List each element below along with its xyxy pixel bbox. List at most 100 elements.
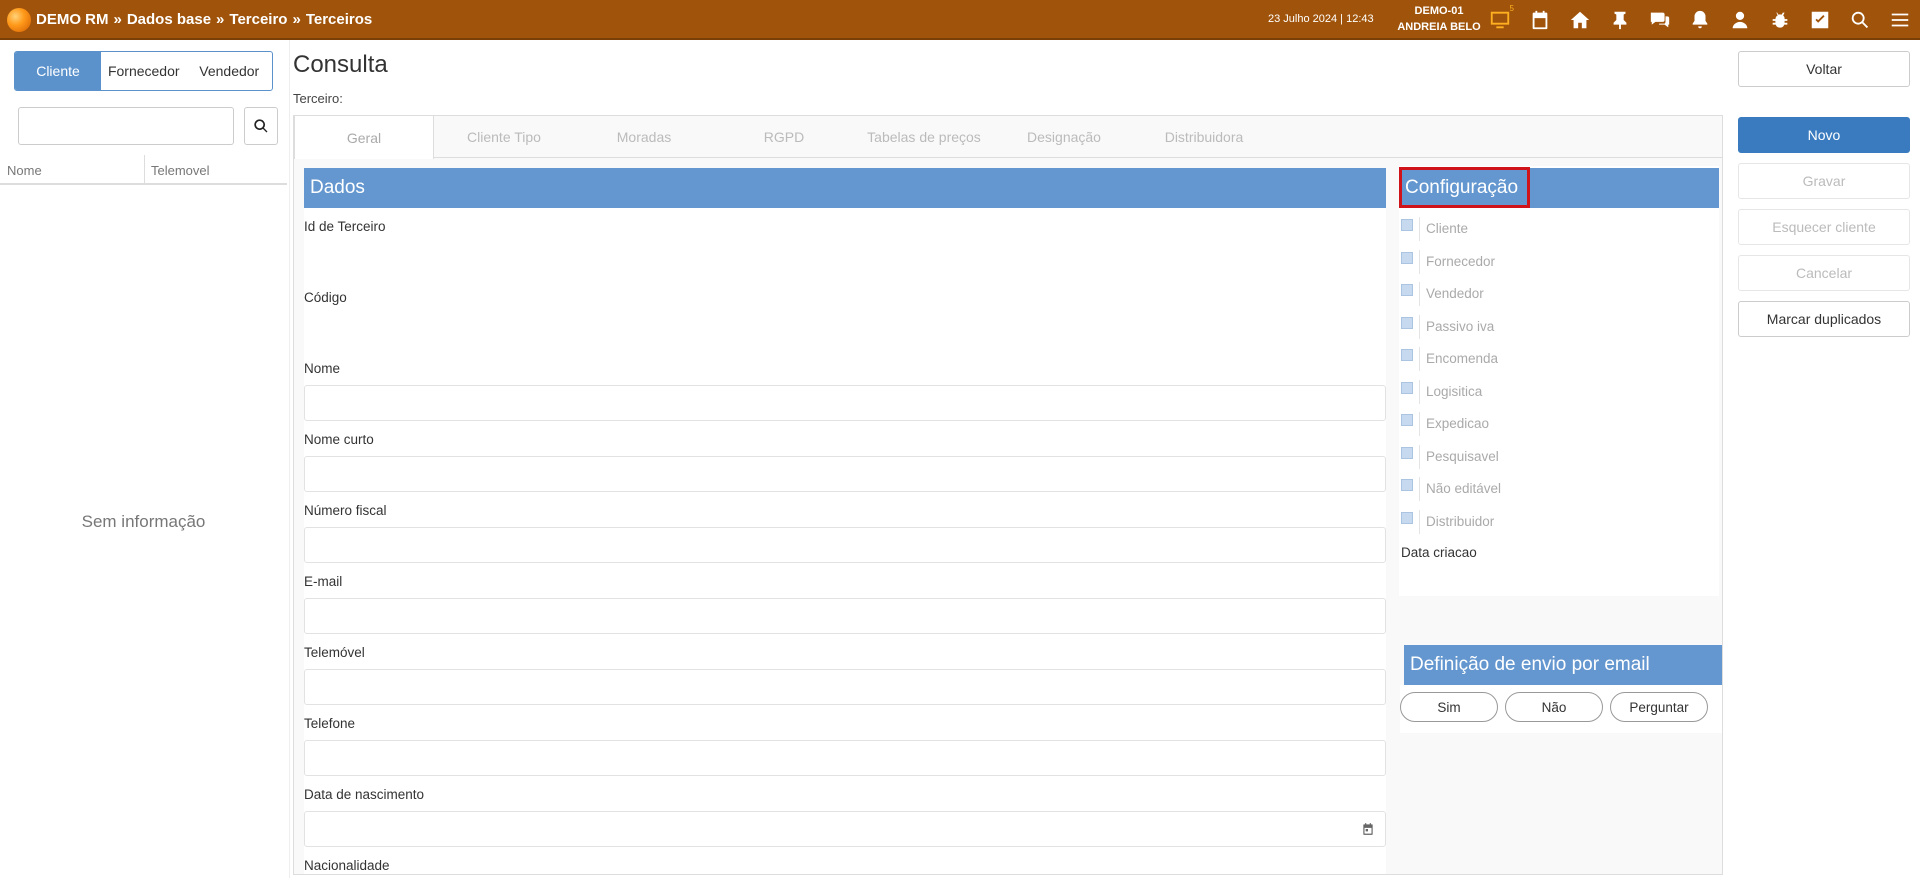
user-info[interactable]: DEMO-01 ANDREIA BELO [1384,3,1494,35]
tab-cliente-tipo[interactable]: Cliente Tipo [434,116,574,158]
email-input[interactable] [304,598,1386,634]
column-divider [144,155,145,183]
home-icon[interactable] [1566,6,1594,34]
tab-moradas[interactable]: Moradas [574,116,714,158]
checkbox-box[interactable] [1401,382,1413,394]
segment-cliente[interactable]: Cliente [15,52,101,90]
segment-fornecedor[interactable]: Fornecedor [101,52,187,90]
user-icon[interactable] [1726,6,1754,34]
search-button[interactable] [244,107,278,145]
search-input[interactable] [18,107,234,145]
company-name: DEMO-01 [1414,5,1464,17]
checkbox-box[interactable] [1401,219,1413,231]
breadcrumb: DEMO RM» Dados base» Terceiro» Terceiros [36,11,372,28]
user-name: ANDREIA BELO [1397,21,1481,33]
checkbox-divider [1419,477,1420,501]
checkbox-divider [1419,347,1420,371]
highlight-box [1399,167,1530,208]
checkbox-divider [1419,250,1420,274]
checkbox-label: Logisitica [1426,384,1483,399]
checkbox-box[interactable] [1401,414,1413,426]
checkbox-box[interactable] [1401,447,1413,459]
checkbox-box[interactable] [1401,512,1413,524]
tab-bar: Geral Cliente Tipo Moradas RGPD Tabelas … [294,116,1722,159]
breadcrumb-item-current: Terceiros [305,11,373,28]
chat-icon[interactable] [1646,6,1674,34]
esquecer-cliente-button[interactable]: Esquecer cliente [1738,209,1910,245]
checkbox-box[interactable] [1401,479,1413,491]
marcar-duplicados-button[interactable]: Marcar duplicados [1738,301,1910,337]
nome-curto-input[interactable] [304,456,1386,492]
checkbox-divider [1419,282,1420,306]
bell-icon[interactable] [1686,6,1714,34]
date-time: 23 Julho 2024 | 12:43 [1268,13,1374,25]
search-icon[interactable] [1846,6,1874,34]
pin-icon[interactable] [1606,6,1634,34]
checkbox-divider [1419,217,1420,241]
id-field [304,241,1386,277]
checkbox-box[interactable] [1401,349,1413,361]
field-label-telemovel: Telemóvel [304,645,365,660]
telefone-input[interactable] [304,740,1386,776]
tab-designacao[interactable]: Designação [994,116,1134,158]
nascimento-input[interactable] [304,811,1386,847]
page-title: Consulta [293,51,388,78]
checkbox-icon[interactable] [1806,6,1834,34]
breadcrumb-item[interactable]: Dados base [127,11,211,28]
field-label-nome-curto: Nome curto [304,432,374,447]
checkbox-label: Não editável [1426,481,1502,496]
telemovel-input[interactable] [304,669,1386,705]
tab-geral[interactable]: Geral [294,116,434,159]
field-label-nascimento: Data de nascimento [304,787,425,802]
checkbox-box[interactable] [1401,317,1413,329]
voltar-button[interactable]: Voltar [1738,51,1910,87]
checkbox-label: Vendedor [1426,286,1484,301]
list-header: Nome Telemovel [0,155,287,185]
checkbox-box[interactable] [1401,252,1413,264]
third-party-type-selector: Cliente Fornecedor Vendedor [14,51,273,91]
column-header-nome[interactable]: Nome [7,163,42,178]
novo-button[interactable]: Novo [1738,117,1910,153]
nome-input[interactable] [304,385,1386,421]
email-option-nao[interactable]: Não [1505,692,1603,722]
search-icon [254,119,268,133]
checkbox-divider [1419,412,1420,436]
email-option-perguntar[interactable]: Perguntar [1610,692,1708,722]
checkbox-label: Distribuidor [1426,514,1495,529]
field-label-telefone: Telefone [304,716,356,731]
calendar-icon[interactable] [1526,6,1554,34]
field-label-id: Id de Terceiro [304,219,386,234]
checkbox-label: Expedicao [1426,416,1490,431]
tab-rgpd[interactable]: RGPD [714,116,854,158]
codigo-field [304,312,1386,348]
gravar-button[interactable]: Gravar [1738,163,1910,199]
checkbox-label: Passivo iva [1426,319,1495,334]
checkbox-divider [1419,445,1420,469]
cancelar-button[interactable]: Cancelar [1738,255,1910,291]
email-option-sim[interactable]: Sim [1400,692,1498,722]
checkbox-label: Encomenda [1426,351,1499,366]
configuracao-section: Configuração Cliente Fornecedor Vendedor… [1399,166,1719,596]
column-header-telemovel[interactable]: Telemovel [151,163,210,178]
email-definition-heading: Definição de envio por email [1404,645,1722,685]
menu-icon[interactable] [1886,6,1914,34]
segment-vendedor[interactable]: Vendedor [187,52,273,90]
page-subtitle: Terceiro: [293,91,343,106]
nif-input[interactable] [304,527,1386,563]
field-label-nif: Número fiscal [304,503,387,518]
breadcrumb-item[interactable]: Terceiro [229,11,287,28]
calendar-icon[interactable] [1361,822,1375,836]
email-definition-options: Sim Não Perguntar [1400,685,1722,733]
field-label-nome: Nome [304,361,341,376]
breadcrumb-item[interactable]: DEMO RM [36,11,109,28]
field-label-nacionalidade: Nacionalidade [304,858,390,873]
monitor-icon[interactable]: 5 [1486,4,1514,34]
bug-icon[interactable] [1766,6,1794,34]
checkbox-label: Fornecedor [1426,254,1496,269]
dados-heading: Dados [304,168,1386,208]
tab-tabelas-de-precos[interactable]: Tabelas de preços [854,116,994,158]
record-form: Geral Cliente Tipo Moradas RGPD Tabelas … [293,115,1723,875]
checkbox-box[interactable] [1401,284,1413,296]
tab-distribuidora[interactable]: Distribuidora [1134,116,1274,158]
app-logo[interactable] [7,8,31,32]
